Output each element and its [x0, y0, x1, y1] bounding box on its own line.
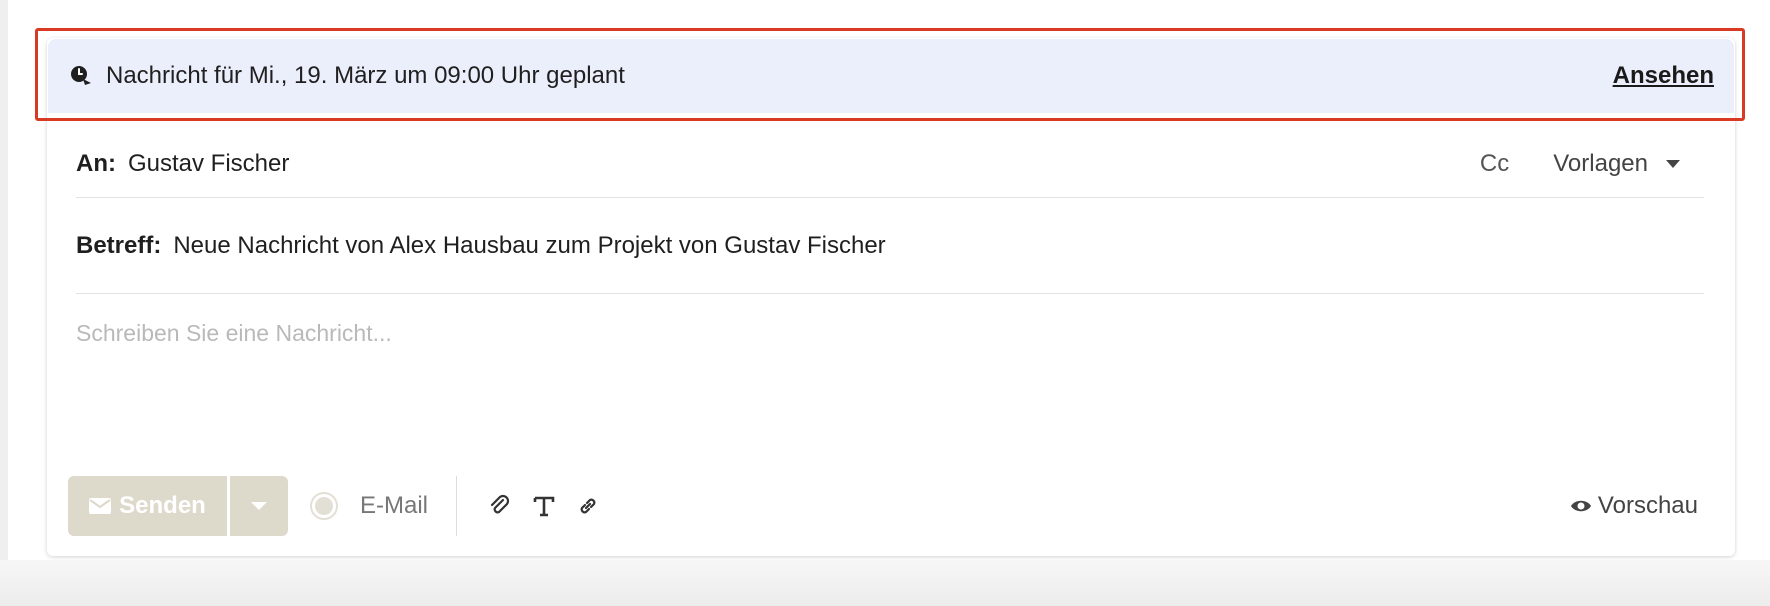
radio-dot	[315, 497, 333, 515]
channel-radio[interactable]	[310, 492, 338, 520]
recipient-row: An: Gustav Fischer Cc Vorlagen	[76, 130, 1704, 198]
subject-value[interactable]: Neue Nachricht von Alex Hausbau zum Proj…	[173, 232, 885, 260]
send-button[interactable]: Senden	[68, 476, 227, 536]
composer-toolbar: Senden E-Mail Vorschau	[68, 476, 1700, 536]
toolbar-divider	[456, 476, 458, 536]
templates-dropdown[interactable]: Vorlagen	[1553, 150, 1680, 178]
recipient-actions: Cc Vorlagen	[1480, 150, 1704, 178]
recipient-label: An:	[76, 149, 116, 177]
chevron-down-icon	[1666, 159, 1680, 168]
message-input[interactable]	[76, 320, 1704, 440]
chevron-down-icon	[251, 502, 267, 510]
envelope-icon	[89, 497, 112, 515]
subject-row: Betreff: Neue Nachricht von Alex Hausbau…	[76, 198, 1704, 294]
send-label: Senden	[119, 492, 206, 519]
stage: Nachricht für Mi., 19. März um 09:00 Uhr…	[0, 0, 1770, 606]
highlight-outline	[35, 28, 1745, 121]
bottom-shade	[0, 560, 1770, 606]
preview-label: Vorschau	[1597, 492, 1698, 519]
subject-label: Betreff:	[76, 231, 162, 259]
eye-icon	[1570, 498, 1592, 514]
preview-button[interactable]: Vorschau	[1570, 492, 1698, 520]
left-edge	[0, 0, 8, 606]
attachment-icon[interactable]	[485, 491, 515, 521]
cc-button[interactable]: Cc	[1480, 150, 1509, 178]
templates-label: Vorlagen	[1553, 149, 1648, 177]
channel-label: E-Mail	[360, 492, 429, 519]
link-icon[interactable]	[573, 491, 603, 521]
recipient-value[interactable]: Gustav Fischer	[128, 150, 289, 178]
text-format-icon[interactable]	[529, 491, 559, 521]
send-options-dropdown[interactable]	[230, 476, 288, 536]
